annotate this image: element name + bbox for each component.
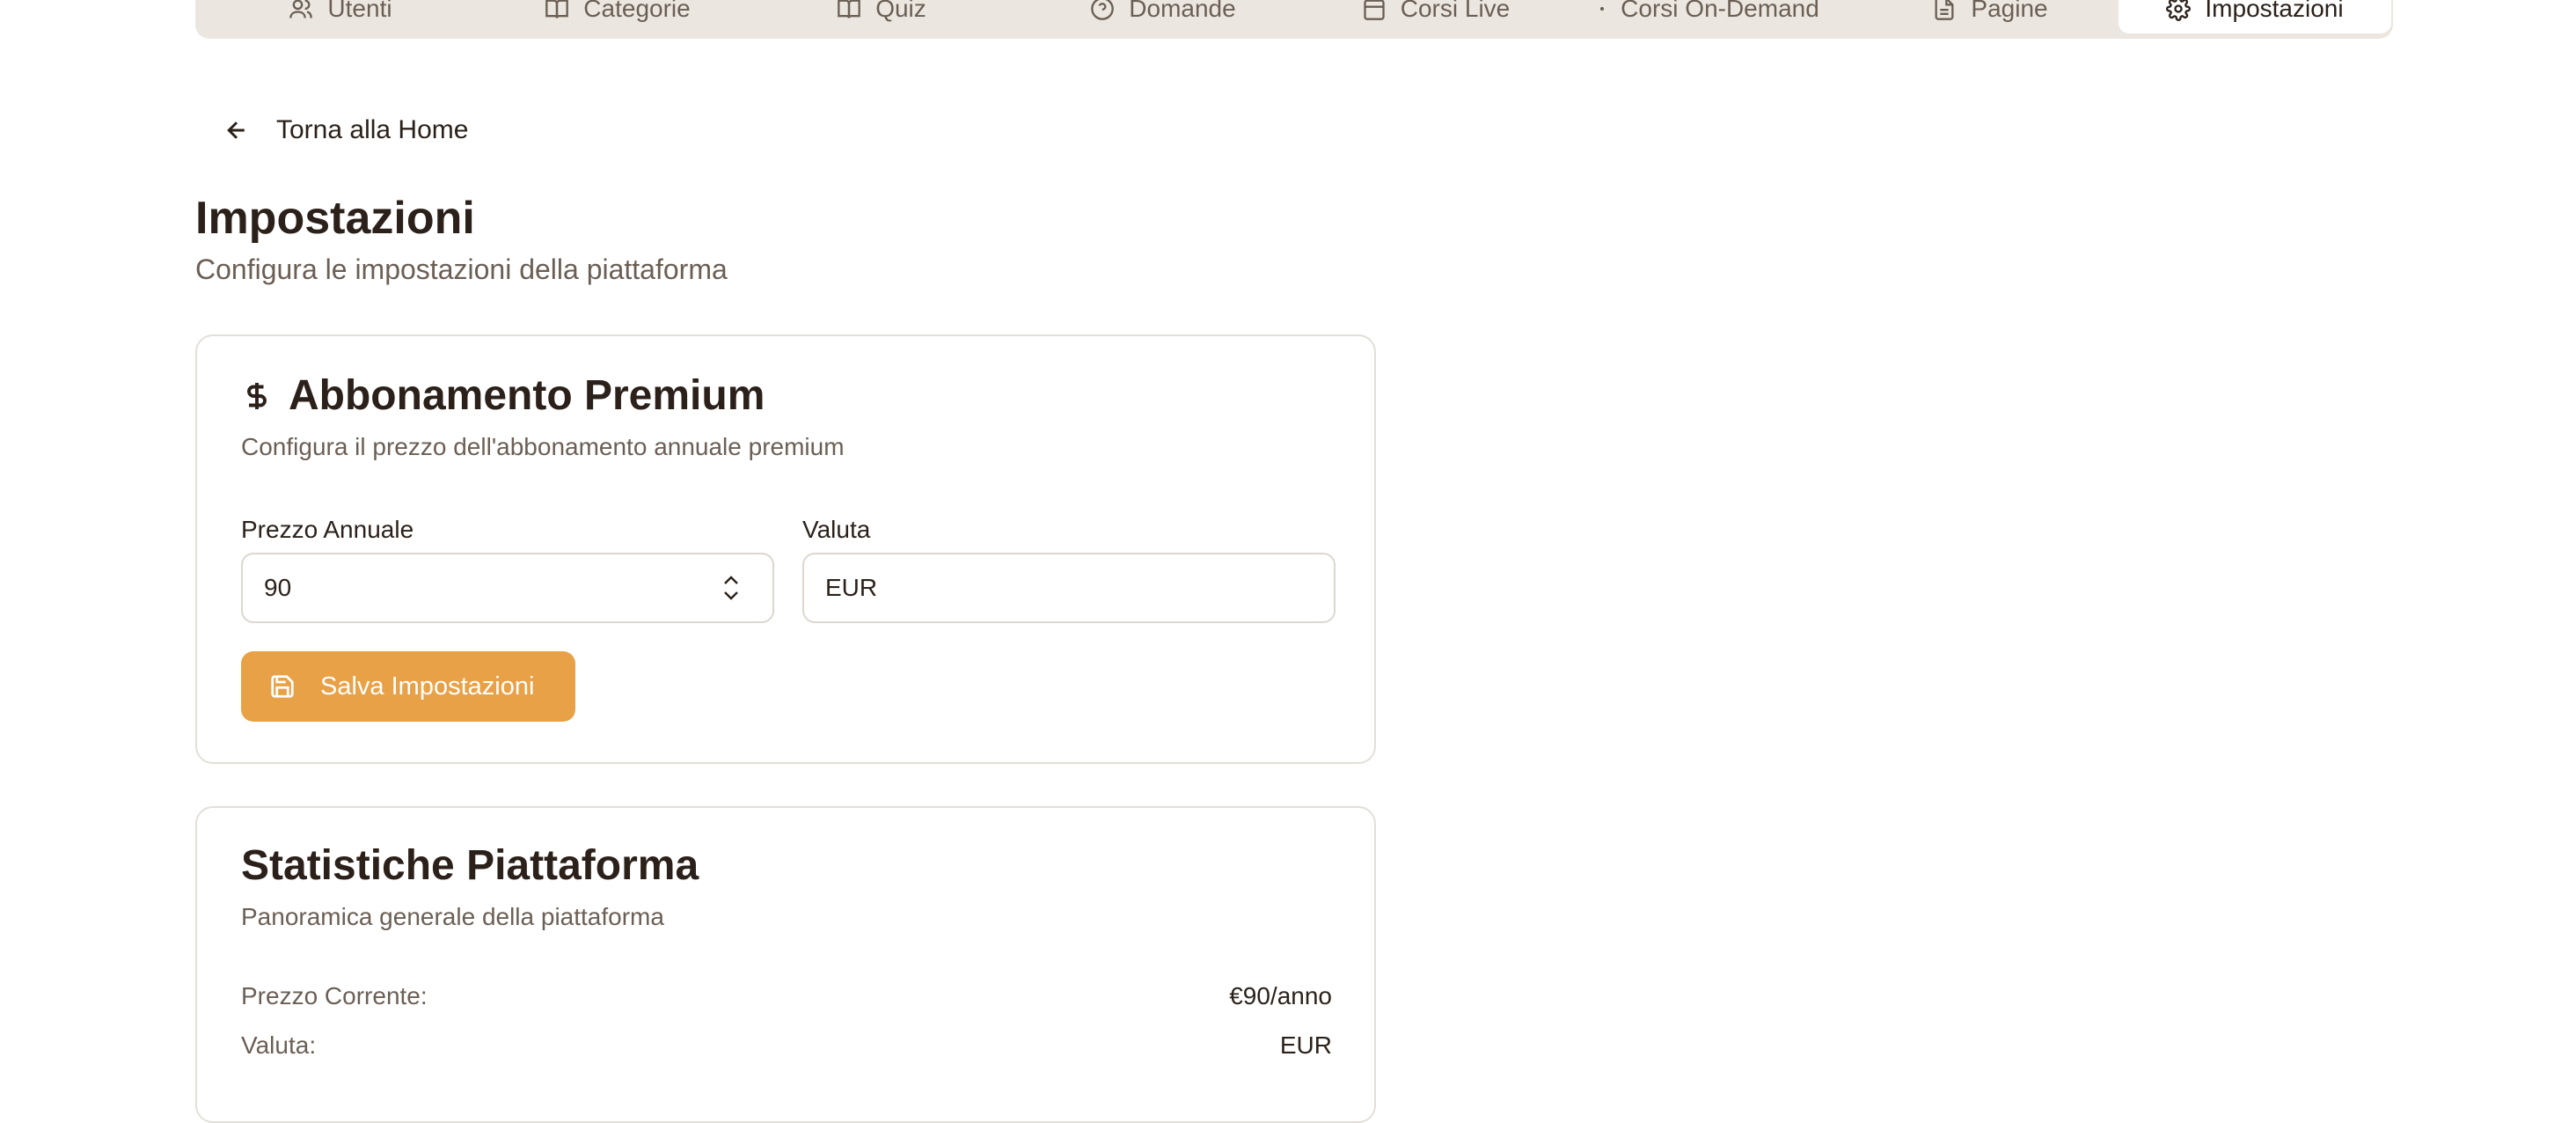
stat-row-currency: Valuta: EUR (241, 1031, 1332, 1060)
tab-domande[interactable]: Domande (1066, 0, 1260, 33)
card-title: Abbonamento Premium (241, 371, 765, 420)
card-title-text: Abbonamento Premium (289, 372, 765, 419)
number-stepper-icon[interactable] (721, 572, 741, 604)
tab-label: Utenti (327, 0, 392, 22)
card-title: Statistiche Piattaforma (241, 842, 699, 889)
tab-label: Corsi Live (1400, 0, 1511, 22)
card-subtitle: Panoramica generale della piattaforma (241, 903, 664, 930)
tab-label: Pagine (1971, 0, 2048, 22)
file-text-icon (1935, 0, 1954, 20)
price-label: Prezzo Annuale (241, 516, 414, 543)
stat-value: €90/anno (1229, 982, 1332, 1009)
stat-label: Prezzo Corrente: (241, 982, 428, 1009)
tab-pagine[interactable]: Pagine (1911, 0, 2069, 33)
stat-value: EUR (1279, 1031, 1332, 1059)
tab-corsi-on-demand[interactable]: Corsi On-Demand (1577, 0, 1841, 33)
tab-label: Quiz (875, 0, 926, 22)
book-open-icon (838, 0, 861, 18)
premium-subscription-card: Abbonamento Premium Configura il prezzo … (195, 334, 1376, 764)
book-open-icon (545, 0, 569, 18)
gear-icon (2166, 0, 2192, 21)
save-icon (271, 675, 294, 698)
currency-input[interactable] (802, 553, 1336, 623)
save-button-label: Salva Impostazioni (320, 672, 535, 701)
dollar-icon (247, 382, 267, 409)
tab-label: Impostazioni (2205, 0, 2344, 22)
page-subtitle: Configura le impostazioni della piattafo… (195, 253, 728, 285)
back-label: Torna alla Home (276, 115, 469, 144)
annual-price-input[interactable] (241, 553, 774, 623)
admin-tab-bar: Utenti Categorie Quiz Domande Corsi Live… (195, 0, 2393, 39)
card-subtitle: Configura il prezzo dell'abbonamento ann… (241, 433, 845, 460)
tab-categorie[interactable]: Categorie (512, 0, 723, 33)
platform-stats-card: Statistiche Piattaforma Panoramica gener… (195, 806, 1376, 1123)
stat-row-current-price: Prezzo Corrente: €90/anno (241, 982, 1332, 1010)
page-title: Impostazioni (195, 193, 475, 244)
tab-impostazioni[interactable]: Impostazioni (2119, 0, 2391, 33)
calendar-icon (1364, 0, 1385, 20)
tab-label: Corsi On-Demand (1621, 0, 1819, 22)
tab-utenti[interactable]: Utenti (248, 0, 433, 33)
dot-icon (1600, 6, 1605, 11)
help-circle-icon (1091, 0, 1115, 20)
tab-corsi-live[interactable]: Corsi Live (1339, 0, 1533, 33)
tab-quiz[interactable]: Quiz (811, 0, 952, 33)
tab-label: Domande (1129, 0, 1236, 22)
tab-label: Categorie (583, 0, 691, 22)
back-to-home-link[interactable]: Torna alla Home (223, 111, 468, 150)
currency-label: Valuta (802, 516, 871, 543)
save-settings-button[interactable]: Salva Impostazioni (241, 651, 575, 722)
users-icon (289, 0, 313, 18)
arrow-left-icon (227, 121, 245, 139)
stat-label: Valuta: (241, 1031, 317, 1059)
